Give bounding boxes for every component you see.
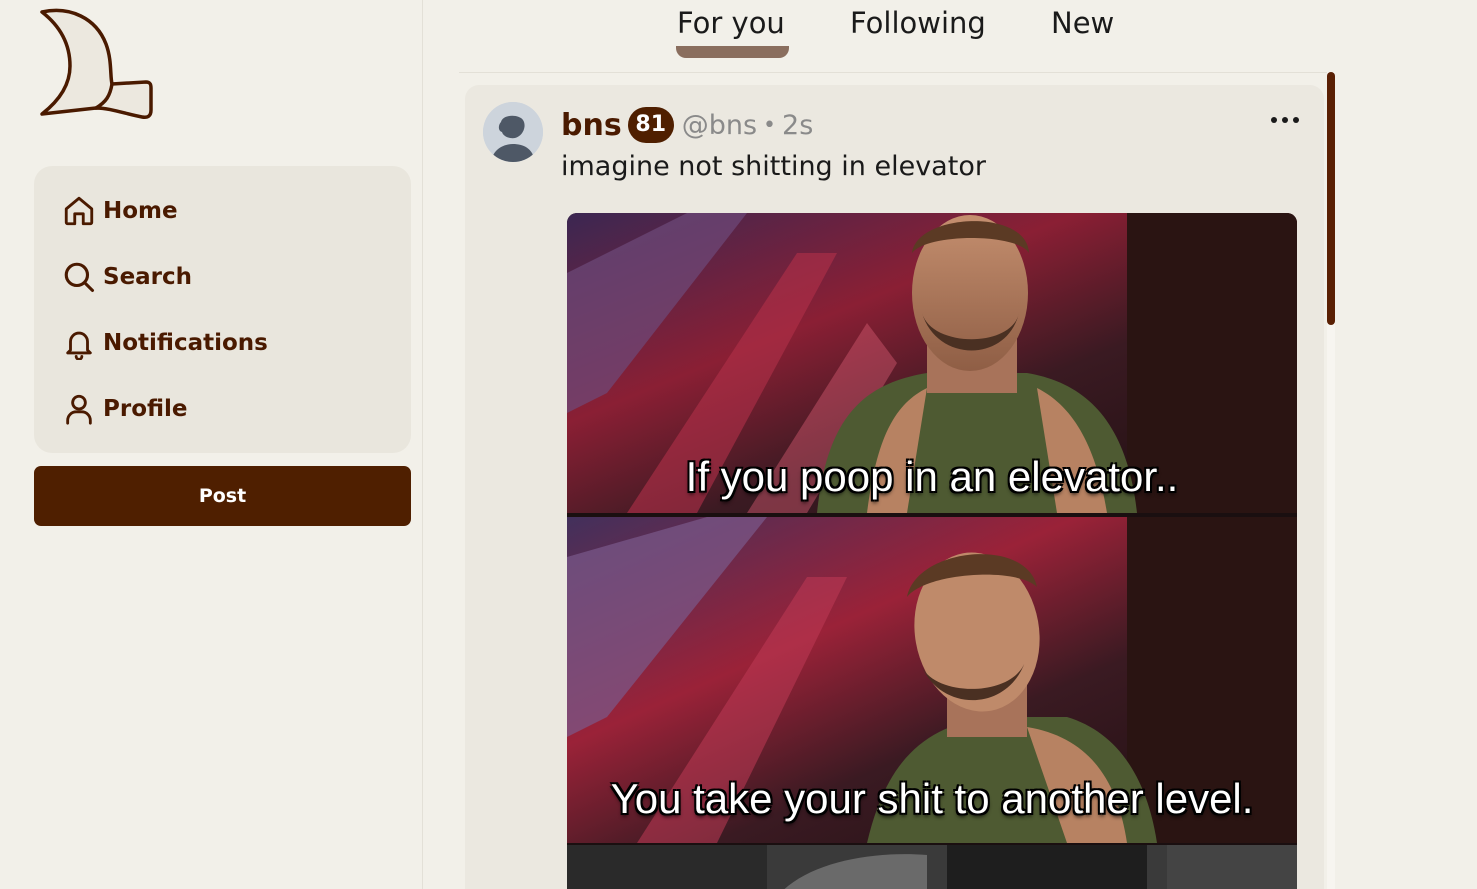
- nav-item-label: Home: [103, 198, 178, 224]
- post-timestamp[interactable]: 2s: [782, 110, 813, 141]
- sidebar: Home Search Notifications Profile Post: [0, 0, 423, 889]
- user-icon: [62, 392, 96, 426]
- tab-following[interactable]: Following: [850, 6, 986, 40]
- nav-item-notifications[interactable]: Notifications: [62, 323, 268, 363]
- nav-item-label: Profile: [103, 396, 188, 422]
- author-handle[interactable]: @bns: [682, 110, 757, 141]
- avatar[interactable]: [483, 102, 543, 162]
- author-name[interactable]: bns: [561, 108, 622, 143]
- nav-item-home[interactable]: Home: [62, 191, 178, 231]
- hat-logo-icon[interactable]: [30, 4, 156, 122]
- main-nav: Home Search Notifications Profile: [34, 166, 411, 453]
- meme-panel-top: If you poop in an elevator..: [567, 213, 1297, 513]
- nav-item-search[interactable]: Search: [62, 257, 192, 297]
- home-icon: [62, 194, 96, 228]
- app-root: Home Search Notifications Profile Post F…: [0, 0, 1477, 889]
- feed-tabs: For you Following New: [459, 0, 1329, 73]
- meme-caption-bottom: You take your shit to another level.: [610, 775, 1254, 822]
- nav-item-profile[interactable]: Profile: [62, 389, 188, 429]
- post-image[interactable]: If you poop in an elevator.. You take yo…: [567, 213, 1297, 889]
- search-icon: [62, 260, 96, 294]
- karma-badge: 81: [627, 107, 674, 143]
- post-card[interactable]: bns 81 @bns • 2s imagine not shitting in…: [465, 85, 1324, 889]
- default-avatar-icon: [483, 102, 543, 162]
- nav-item-label: Search: [103, 264, 193, 290]
- bell-icon: [62, 326, 96, 360]
- meme-caption-top: If you poop in an elevator..: [685, 453, 1179, 500]
- post-header: bns 81 @bns • 2s: [561, 105, 813, 145]
- nav-item-label: Notifications: [103, 330, 268, 356]
- active-tab-indicator: [676, 46, 789, 58]
- more-options-button[interactable]: [1265, 107, 1305, 133]
- post-button[interactable]: Post: [34, 466, 411, 526]
- separator-dot: •: [763, 112, 777, 138]
- more-horizontal-icon: [1271, 117, 1299, 123]
- tab-new[interactable]: New: [1051, 6, 1114, 40]
- tab-for-you[interactable]: For you: [677, 6, 785, 40]
- meme-panel-bottom: You take your shit to another level.: [567, 517, 1297, 843]
- meme-panel-third: [567, 845, 1297, 889]
- feed-scrollbar-thumb[interactable]: [1327, 72, 1335, 325]
- post-text: imagine not shitting in elevator: [561, 151, 986, 182]
